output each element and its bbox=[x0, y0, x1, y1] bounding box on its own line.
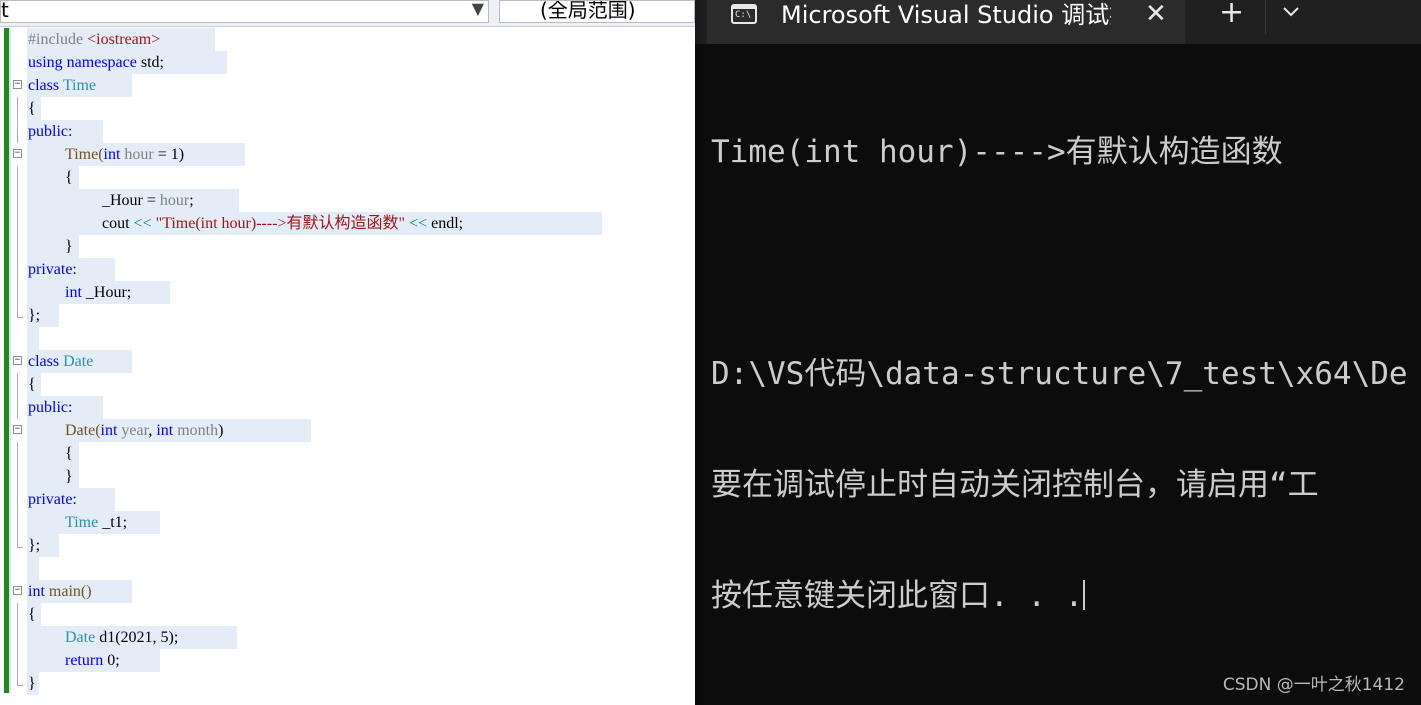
code-line: cout << "Time(int hour)---->有默认构造函数" << … bbox=[0, 212, 695, 235]
terminal-tab-bar: C:\ Microsoft Visual Studio 调试控制台 ✕ + bbox=[695, 0, 1421, 44]
code-line: public: bbox=[0, 120, 695, 143]
text-cursor bbox=[1083, 580, 1086, 610]
code-line: _Hour = hour; bbox=[0, 189, 695, 212]
code-editor[interactable]: t ▼ (全局范围) #include <iostream> using nam… bbox=[0, 0, 695, 705]
chevron-down-icon[interactable]: ▼ bbox=[472, 0, 484, 18]
code-line: } bbox=[0, 672, 695, 695]
console-line: 按任意键关闭此窗口. . . bbox=[711, 578, 1421, 615]
code-line: { bbox=[0, 97, 695, 120]
code-line: }; bbox=[0, 304, 695, 327]
code-line: { bbox=[0, 166, 695, 189]
fold-toggle[interactable]: − bbox=[13, 356, 22, 365]
code-line: } bbox=[0, 465, 695, 488]
window-shadow bbox=[695, 0, 707, 705]
terminal-tab[interactable]: C:\ Microsoft Visual Studio 调试控制台 ✕ bbox=[707, 0, 1185, 44]
code-line bbox=[0, 327, 695, 350]
console-line: D:\VS代码\data-structure\7_test\x64\De bbox=[711, 356, 1408, 392]
code-line: int _Hour; bbox=[0, 281, 695, 304]
console-line: 要在调试停止时自动关闭控制台，请启用“工 bbox=[711, 467, 1319, 503]
code-line: private: bbox=[0, 488, 695, 511]
scope-dropdown[interactable]: (全局范围) bbox=[499, 0, 695, 23]
code-line: Date d1(2021, 5); bbox=[0, 626, 695, 649]
close-icon[interactable]: ✕ bbox=[1145, 0, 1167, 29]
code-line: }; bbox=[0, 534, 695, 557]
watermark: CSDN @一叶之秋1412 bbox=[1222, 675, 1405, 695]
fold-toggle[interactable]: − bbox=[13, 425, 22, 434]
code-line: } bbox=[0, 235, 695, 258]
code-line: #include <iostream> bbox=[0, 28, 695, 51]
member-dropdown-value: t bbox=[1, 0, 9, 22]
code-line: return 0; bbox=[0, 649, 695, 672]
console-output: Time(int hour)---->有默认构造函数 D:\VS代码\data-… bbox=[711, 60, 1421, 689]
new-tab-button[interactable]: + bbox=[1219, 0, 1244, 28]
chevron-down-icon[interactable] bbox=[1281, 2, 1301, 22]
code-line: − int main() bbox=[0, 580, 695, 603]
code-line: − class Time bbox=[0, 74, 695, 97]
code-line: − Date(int year, int month) bbox=[0, 419, 695, 442]
console-line: Time(int hour)---->有默认构造函数 bbox=[711, 134, 1283, 170]
debug-console-window[interactable]: C:\ Microsoft Visual Studio 调试控制台 ✕ + Ti… bbox=[695, 0, 1421, 705]
fold-toggle[interactable]: − bbox=[13, 80, 22, 89]
scope-dropdown-value: (全局范围) bbox=[540, 0, 636, 22]
fold-toggle[interactable]: − bbox=[13, 149, 22, 158]
navigation-bar: t ▼ (全局范围) bbox=[0, 0, 695, 27]
tab-separator bbox=[1265, 0, 1266, 34]
fold-toggle[interactable]: − bbox=[13, 586, 22, 595]
code-line: { bbox=[0, 442, 695, 465]
code-line: private: bbox=[0, 258, 695, 281]
code-line: { bbox=[0, 373, 695, 396]
code-line: public: bbox=[0, 396, 695, 419]
member-dropdown[interactable]: t ▼ bbox=[0, 0, 489, 23]
tab-title: Microsoft Visual Studio 调试控制台 bbox=[781, 1, 1111, 29]
code-line: Time _t1; bbox=[0, 511, 695, 534]
console-prompt-text: 按任意键关闭此窗口. . . bbox=[711, 578, 1084, 614]
code-line: − class Date bbox=[0, 350, 695, 373]
code-line: { bbox=[0, 603, 695, 626]
code-line: − Time(int hour = 1) bbox=[0, 143, 695, 166]
code-line: using namespace std; bbox=[0, 51, 695, 74]
console-icon: C:\ bbox=[731, 4, 757, 24]
code-line bbox=[0, 557, 695, 580]
